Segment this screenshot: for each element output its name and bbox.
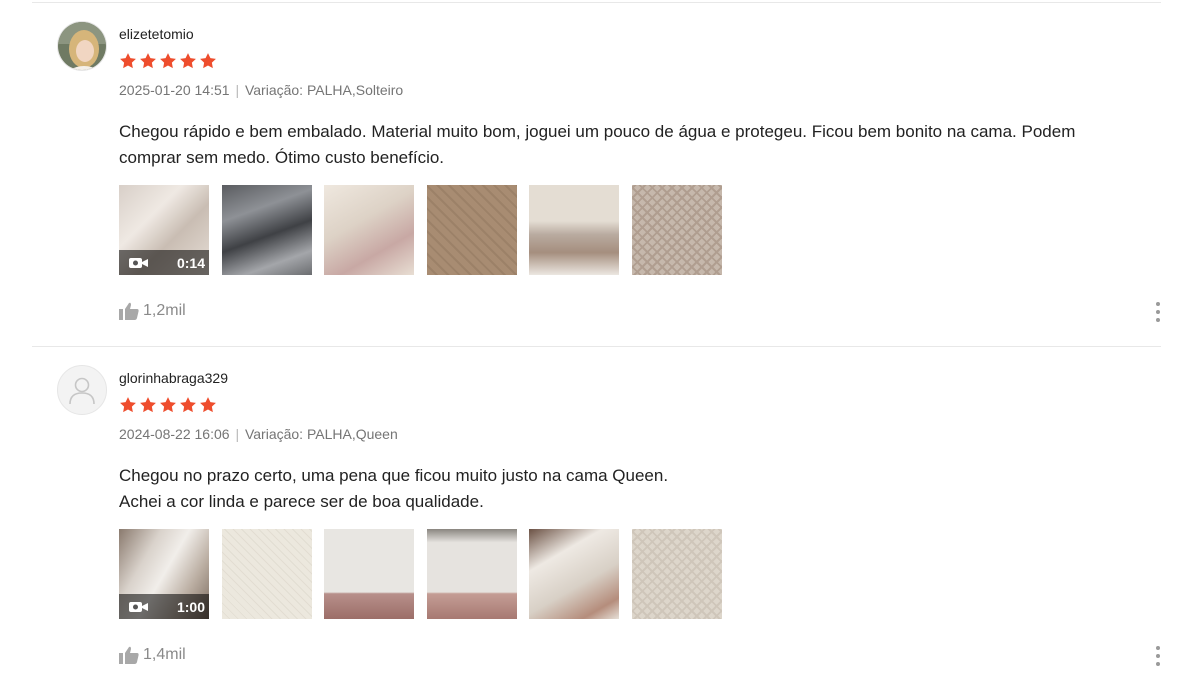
like-count: 1,2mil — [143, 302, 186, 319]
review-item: elizetetomio 2025-01-20 14:51 | Variação… — [0, 0, 1188, 344]
review-date: 2025-01-20 14:51 — [119, 82, 230, 98]
default-user-icon — [69, 377, 95, 405]
review-text: Chegou no prazo certo, uma pena que fico… — [119, 466, 669, 511]
review-text: Chegou rápido e bem embalado. Material m… — [119, 122, 1076, 167]
review-variation: Variação: PALHA,Solteiro — [244, 82, 404, 98]
dot-icon — [1156, 302, 1160, 306]
username: elizetetomio — [119, 26, 194, 42]
more-options-button[interactable] — [1150, 302, 1166, 322]
review-date: 2024-08-22 16:06 — [119, 426, 230, 442]
rating-stars — [119, 396, 217, 414]
like-count: 1,4mil — [143, 646, 186, 663]
username: glorinhabraga329 — [119, 370, 228, 386]
review-photo[interactable] — [324, 185, 414, 275]
dot-icon — [1156, 646, 1160, 650]
user-photo-icon — [58, 22, 106, 70]
star-icon — [160, 53, 176, 69]
dot-icon — [1156, 310, 1160, 314]
review-photo[interactable] — [426, 185, 517, 275]
rating-stars — [119, 52, 217, 70]
meta-separator: | — [235, 426, 240, 442]
review-photo[interactable] — [426, 529, 517, 619]
dot-icon — [1156, 318, 1160, 322]
thumbs-up-icon — [119, 646, 139, 664]
thumbs-up-icon — [119, 302, 139, 320]
video-bar: 0:14 — [119, 250, 209, 275]
review-media: 0:14 — [119, 185, 722, 275]
star-icon — [120, 397, 136, 413]
star-icon — [120, 53, 136, 69]
reviews-list: elizetetomio 2025-01-20 14:51 | Variação… — [0, 0, 1188, 690]
review-video-thumbnail[interactable]: 1:00 — [119, 529, 209, 619]
review-variation: Variação: PALHA,Queen — [244, 426, 398, 442]
review-photo[interactable] — [529, 529, 619, 619]
review-media: 1:00 — [119, 529, 722, 619]
avatar[interactable] — [57, 21, 107, 71]
meta-separator: | — [235, 82, 240, 98]
review-photo[interactable] — [221, 185, 312, 275]
review-item: glorinhabraga329 2024-08-22 16:06 | Vari… — [0, 344, 1188, 688]
review-photo[interactable] — [631, 529, 722, 619]
review-meta: 2025-01-20 14:51 | Variação: PALHA,Solte… — [119, 82, 403, 98]
review-photo[interactable] — [529, 185, 619, 275]
star-icon — [200, 397, 216, 413]
like-button[interactable]: 1,2mil — [119, 302, 186, 320]
video-camera-icon — [129, 257, 148, 268]
video-duration: 1:00 — [176, 598, 205, 615]
star-icon — [140, 53, 156, 69]
dot-icon — [1156, 662, 1160, 666]
video-camera-icon — [129, 601, 148, 612]
star-icon — [140, 397, 156, 413]
star-icon — [180, 53, 196, 69]
dot-icon — [1156, 654, 1160, 658]
star-icon — [200, 53, 216, 69]
like-button[interactable]: 1,4mil — [119, 646, 186, 664]
review-photo[interactable] — [221, 529, 312, 619]
avatar[interactable] — [57, 365, 107, 415]
review-meta: 2024-08-22 16:06 | Variação: PALHA,Queen — [119, 426, 398, 442]
video-duration: 0:14 — [176, 254, 205, 271]
video-bar: 1:00 — [119, 594, 209, 619]
star-icon — [160, 397, 176, 413]
review-photo[interactable] — [324, 529, 414, 619]
star-icon — [180, 397, 196, 413]
review-video-thumbnail[interactable]: 0:14 — [119, 185, 209, 275]
review-photo[interactable] — [631, 185, 722, 275]
more-options-button[interactable] — [1150, 646, 1166, 666]
